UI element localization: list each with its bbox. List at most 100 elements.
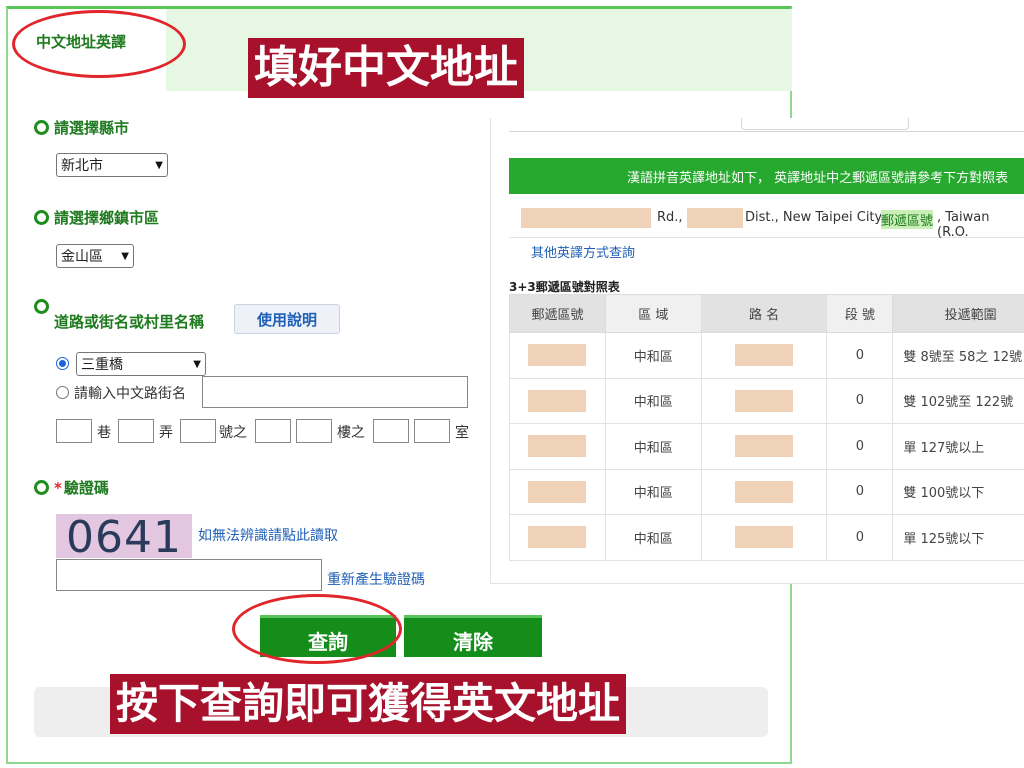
result-panel: 漢語拼音英譯地址如下， 英譯地址中之郵遞區號請參考下方對照表 Rd., Dist…: [490, 118, 1024, 584]
section-cell: 0: [826, 468, 894, 515]
road-cell: [700, 514, 828, 561]
area-cell: 中和區: [604, 332, 702, 379]
captcha-input[interactable]: [56, 559, 322, 591]
col-road: 路 名: [700, 294, 828, 333]
captcha-image: 0641: [56, 514, 192, 558]
room-input[interactable]: [414, 419, 450, 443]
chevron-down-icon: ▼: [193, 358, 201, 370]
road-label: 道路或街名或村里名稱: [34, 299, 204, 332]
district-label-text: 請選擇鄉鎮市區: [54, 209, 160, 227]
address-country: , Taiwan (R.O.: [937, 210, 990, 240]
range-cell: 雙 102號至 122號: [892, 377, 1024, 424]
city-select-value: 新北市: [61, 158, 103, 174]
lane-unit: 巷: [97, 425, 111, 441]
other-translation-link[interactable]: 其他英譯方式查詢: [531, 242, 635, 261]
redacted-road: [735, 344, 794, 367]
alley-input[interactable]: [118, 419, 154, 443]
redacted-road: [735, 480, 794, 503]
table-row: 中和區 0 雙 100號以下: [509, 468, 1024, 515]
table-header-row: 郵遞區號 區 域 路 名 段 號 投遞範圍: [509, 294, 1024, 333]
section-cell: 0: [826, 377, 894, 424]
number-sub-input[interactable]: [255, 419, 291, 443]
range-cell: 單 127號以上: [892, 423, 1024, 470]
table-row: 中和區 0 單 125號以下: [509, 514, 1024, 561]
area-cell: 中和區: [604, 468, 702, 515]
floor-of-unit: 樓之: [337, 425, 365, 441]
redacted-district-name: [687, 208, 743, 228]
captcha-label: * 驗證碼: [34, 477, 109, 498]
area-cell: 中和區: [604, 423, 702, 470]
address-road: Rd.,: [657, 210, 683, 225]
zip-cell: [509, 514, 606, 561]
col-range: 投遞範圍: [892, 294, 1024, 333]
room-unit: 室: [455, 425, 469, 441]
captcha-regenerate-link[interactable]: 重新產生驗證碼: [327, 569, 425, 589]
district-select[interactable]: 金山區 ▼: [56, 244, 134, 268]
road-input-radio[interactable]: [56, 386, 69, 399]
redacted-road: [735, 435, 794, 458]
table-row: 中和區 0 雙 8號至 58之 12號: [509, 332, 1024, 379]
redacted-zip: [528, 435, 587, 458]
road-cell: [700, 377, 828, 424]
ring-bullet-icon: [34, 210, 49, 225]
district-label: 請選擇鄉鎮市區: [34, 207, 159, 228]
number-of-unit: 號之: [219, 425, 247, 441]
zip-cell: [509, 332, 606, 379]
result-top-strip: [509, 118, 1024, 132]
address-district: Dist., New Taipei City: [745, 210, 883, 225]
area-cell: 中和區: [604, 377, 702, 424]
section-cell: 0: [826, 423, 894, 470]
range-cell: 單 125號以下: [892, 514, 1024, 561]
zip-code-table: 郵遞區號 區 域 路 名 段 號 投遞範圍 中和區 0 雙 8號至 58之 12…: [509, 294, 1024, 561]
required-star: *: [54, 478, 62, 497]
col-section: 段 號: [826, 294, 894, 333]
section-cell: 0: [826, 332, 894, 379]
captcha-image-text: 0641: [66, 514, 182, 558]
redacted-zip: [528, 389, 587, 412]
range-cell: 雙 8號至 58之 12號: [892, 332, 1024, 379]
redacted-road: [735, 389, 794, 412]
clear-button[interactable]: 清除: [404, 615, 542, 657]
english-address-line: Rd., Dist., New Taipei City 郵遞區號 , Taiwa…: [509, 198, 1024, 240]
road-select-radio[interactable]: [56, 357, 69, 370]
ring-bullet-icon: [34, 480, 49, 495]
road-cell: [700, 332, 828, 379]
ring-bullet-icon: [34, 299, 49, 314]
table-row: 中和區 0 單 127號以上: [509, 423, 1024, 470]
road-name-input[interactable]: [202, 376, 468, 408]
tab-edge: [741, 118, 909, 130]
city-select[interactable]: 新北市 ▼: [56, 153, 168, 177]
road-input-label: 請輸入中文路街名: [74, 386, 186, 402]
floor-sub-input[interactable]: [373, 419, 409, 443]
col-area: 區 域: [604, 294, 702, 333]
section-cell: 0: [826, 514, 894, 561]
redacted-zip: [528, 480, 587, 503]
city-label: 請選擇縣市: [34, 117, 129, 138]
zip-table-title: 3+3郵遞區號對照表: [509, 280, 620, 294]
number-input[interactable]: [180, 419, 216, 443]
panel-title: 中文地址英譯: [36, 33, 127, 51]
range-cell: 雙 100號以下: [892, 468, 1024, 515]
query-button[interactable]: 查詢: [260, 615, 396, 657]
road-cell: [700, 423, 828, 470]
result-header: 漢語拼音英譯地址如下， 英譯地址中之郵遞區號請參考下方對照表: [509, 158, 1024, 194]
address-zip-label: 郵遞區號: [881, 210, 934, 229]
alley-unit: 弄: [159, 425, 173, 441]
floor-input[interactable]: [296, 419, 332, 443]
road-cell: [700, 468, 828, 515]
road-select[interactable]: 三重橋 ▼: [76, 352, 206, 376]
redacted-road-name: [521, 208, 651, 228]
lane-input[interactable]: [56, 419, 92, 443]
top-caption: 填好中文地址: [248, 38, 524, 98]
redacted-zip: [528, 526, 587, 549]
captcha-reload-link[interactable]: 如無法辨識請點此讀取: [198, 525, 338, 545]
zip-cell: [509, 377, 606, 424]
district-select-value: 金山區: [61, 249, 103, 265]
usage-guide-button[interactable]: 使用說明: [234, 304, 340, 334]
chevron-down-icon: ▼: [121, 250, 129, 262]
captcha-label-text: 驗證碼: [63, 479, 109, 497]
city-label-text: 請選擇縣市: [54, 119, 130, 137]
col-zip: 郵遞區號: [509, 294, 606, 333]
road-select-value: 三重橋: [81, 357, 123, 373]
redacted-zip: [528, 344, 587, 367]
